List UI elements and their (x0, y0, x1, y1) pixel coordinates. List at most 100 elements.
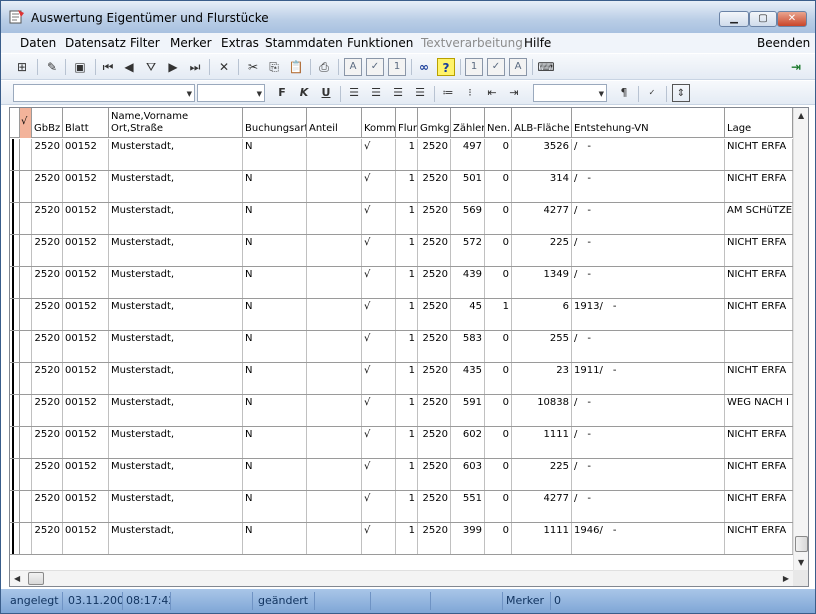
row-check-cell[interactable] (20, 331, 32, 362)
cell-flur[interactable]: 1 (396, 267, 418, 298)
cell-flur[interactable]: 1 (396, 203, 418, 234)
number-one-icon[interactable]: 1 (388, 58, 406, 76)
cell-lage[interactable]: NICHT ERFA (725, 171, 793, 202)
cell-anteil[interactable] (307, 331, 362, 362)
row-check-cell[interactable] (20, 139, 32, 170)
align-right-icon[interactable]: ☰ (389, 84, 407, 102)
cell-name[interactable]: Musterstadt, (109, 331, 243, 362)
binoculars-icon[interactable]: ∞ (415, 58, 433, 76)
cell-komm[interactable]: √ (362, 523, 396, 554)
cell-zaehler[interactable]: 399 (451, 523, 485, 554)
cell-gmkg[interactable]: 2520 (418, 491, 451, 522)
column-header-komm[interactable]: Komm (362, 108, 396, 138)
cell-buchungsart[interactable]: N (243, 171, 307, 202)
cell-gmkg[interactable]: 2520 (418, 139, 451, 170)
cell-nenner[interactable]: 0 (485, 331, 512, 362)
cell-blatt[interactable]: 00152 (63, 427, 109, 458)
form-icon[interactable]: ⌨ (537, 58, 555, 76)
cell-blatt[interactable]: 00152 (63, 203, 109, 234)
delete-icon[interactable]: ✕ (215, 58, 233, 76)
cell-entst[interactable]: / - (572, 395, 725, 426)
cell-name[interactable]: Musterstadt, (109, 203, 243, 234)
row-check-cell[interactable] (20, 171, 32, 202)
cell-anteil[interactable] (307, 363, 362, 394)
cell-zaehler[interactable]: 439 (451, 267, 485, 298)
last-record-icon[interactable]: ⏭ (186, 58, 204, 76)
cell-anteil[interactable] (307, 523, 362, 554)
number-one-icon[interactable]: 1 (465, 58, 483, 76)
cell-komm[interactable]: √ (362, 331, 396, 362)
cell-gmkg[interactable]: 2520 (418, 427, 451, 458)
close-button[interactable]: ✕ (777, 11, 807, 27)
cell-zaehler[interactable]: 501 (451, 171, 485, 202)
row-selector[interactable] (10, 267, 20, 298)
table-row[interactable]: 2520 00152 Musterstadt, N √ 1 2520 591 0 10838/- W… (10, 395, 793, 427)
column-header-blatt[interactable]: Blatt (63, 108, 109, 138)
cell-entst[interactable]: 1911/- (572, 363, 725, 394)
cell-lage[interactable]: WEG NACH I (725, 395, 793, 426)
cell-blatt[interactable]: 00152 (63, 299, 109, 330)
row-check-cell[interactable] (20, 235, 32, 266)
cell-alb[interactable]: 4277 (512, 203, 572, 234)
column-header-gbbz[interactable]: GbBz (32, 108, 63, 138)
cell-gbbz[interactable]: 2520 (32, 171, 63, 202)
column-header-zaehler[interactable]: Zähler (451, 108, 485, 138)
cell-entst[interactable]: / - (572, 491, 725, 522)
cell-lage[interactable]: NICHT ERFA (725, 427, 793, 458)
menu-beenden[interactable]: Beenden (757, 36, 810, 50)
table-row[interactable]: 2520 00152 Musterstadt, N √ 1 2520 603 0 225/- NIC… (10, 459, 793, 491)
cell-alb[interactable]: 23 (512, 363, 572, 394)
table-row[interactable]: 2520 00152 Musterstadt, N √ 1 2520 501 0 314/- NIC… (10, 171, 793, 203)
cell-komm[interactable]: √ (362, 171, 396, 202)
row-selector[interactable] (10, 171, 20, 202)
cell-komm[interactable]: √ (362, 459, 396, 490)
cell-buchungsart[interactable]: N (243, 203, 307, 234)
cell-alb[interactable]: 1111 (512, 427, 572, 458)
cell-komm[interactable]: √ (362, 235, 396, 266)
cell-blatt[interactable]: 00152 (63, 395, 109, 426)
cell-nenner[interactable]: 0 (485, 235, 512, 266)
row-selector[interactable] (10, 491, 20, 522)
help-icon[interactable]: ? (437, 58, 455, 76)
cell-alb[interactable]: 255 (512, 331, 572, 362)
cell-nenner[interactable]: 0 (485, 203, 512, 234)
cell-gmkg[interactable]: 2520 (418, 171, 451, 202)
cell-gmkg[interactable]: 2520 (418, 395, 451, 426)
cell-blatt[interactable]: 00152 (63, 363, 109, 394)
column-header-entstehung[interactable]: Entstehung-VN (572, 108, 725, 138)
outdent-icon[interactable]: ⇤ (483, 84, 501, 102)
cell-komm[interactable]: √ (362, 139, 396, 170)
cell-buchungsart[interactable]: N (243, 395, 307, 426)
cell-gbbz[interactable]: 2520 (32, 459, 63, 490)
cell-alb[interactable]: 6 (512, 299, 572, 330)
row-selector[interactable] (10, 331, 20, 362)
scroll-left-icon[interactable]: ◀ (14, 574, 20, 583)
cell-alb[interactable]: 1111 (512, 523, 572, 554)
table-row[interactable]: 2520 00152 Musterstadt, N √ 1 2520 572 0 225/- NIC… (10, 235, 793, 267)
cell-lage[interactable] (725, 331, 793, 362)
filter-icon[interactable]: ⛛ (142, 58, 160, 76)
cell-blatt[interactable]: 00152 (63, 523, 109, 554)
cell-zaehler[interactable]: 583 (451, 331, 485, 362)
row-check-cell[interactable] (20, 267, 32, 298)
cell-komm[interactable]: √ (362, 363, 396, 394)
cell-anteil[interactable] (307, 395, 362, 426)
vertical-scroll-thumb[interactable] (795, 536, 808, 552)
new-record-icon[interactable]: ⊞ (13, 58, 31, 76)
cell-blatt[interactable]: 00152 (63, 139, 109, 170)
cell-buchungsart[interactable]: N (243, 363, 307, 394)
cell-komm[interactable]: √ (362, 395, 396, 426)
row-selector[interactable] (10, 523, 20, 554)
cell-alb[interactable]: 225 (512, 459, 572, 490)
next-record-icon[interactable]: ▶ (164, 58, 182, 76)
table-row[interactable]: 2520 00152 Musterstadt, N √ 1 2520 602 0 1111/- NI… (10, 427, 793, 459)
cell-entst[interactable]: / - (572, 427, 725, 458)
indent-icon[interactable]: ⇥ (505, 84, 523, 102)
cell-zaehler[interactable]: 45 (451, 299, 485, 330)
cell-alb[interactable]: 1349 (512, 267, 572, 298)
menu-extras[interactable]: Extras (221, 36, 259, 50)
row-selector[interactable] (10, 459, 20, 490)
table-row[interactable]: 2520 00152 Musterstadt, N √ 1 2520 439 0 1349/- NI… (10, 267, 793, 299)
cell-komm[interactable]: √ (362, 203, 396, 234)
cell-nenner[interactable]: 0 (485, 427, 512, 458)
